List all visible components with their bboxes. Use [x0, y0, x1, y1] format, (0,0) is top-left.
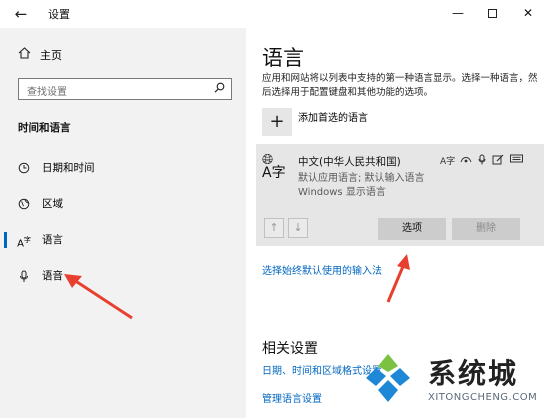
sidebar-item-language[interactable]: A字 语言	[0, 225, 246, 255]
move-down-button[interactable]: ↓	[288, 218, 308, 238]
close-button[interactable]: ✕	[508, 2, 548, 24]
sidebar: 主页 查找设置 时间和语言 日期和时间 区域 A字 语言 语音	[0, 28, 246, 418]
back-button[interactable]: ←	[10, 4, 32, 24]
watermark-url: XITONGCHENG.COM	[428, 392, 538, 403]
language-detail: Windows 显示语言	[298, 187, 386, 198]
sidebar-item-date-time[interactable]: 日期和时间	[0, 153, 246, 183]
nav-home-label: 主页	[40, 49, 62, 62]
sidebar-item-label: 区域	[42, 198, 63, 210]
language-icon: 🌐︎ A字	[262, 152, 286, 181]
microphone-icon	[478, 154, 486, 168]
maximize-icon	[487, 9, 497, 18]
search-icon	[214, 82, 225, 96]
globe-icon	[17, 189, 31, 219]
handwriting-icon	[492, 154, 504, 168]
move-up-button[interactable]: ↑	[264, 218, 284, 238]
sidebar-item-label: 日期和时间	[42, 162, 95, 174]
plus-icon: +	[262, 108, 292, 136]
default-input-method-link[interactable]: 选择始终默认使用的输入法	[262, 262, 382, 277]
language-icon: A字	[17, 236, 31, 250]
options-button[interactable]: 选项	[378, 218, 446, 240]
language-card[interactable]: 🌐︎ A字 中文(中华人民共和国) 默认应用语言; 默认输入语言 Windows …	[256, 144, 544, 246]
search-input[interactable]: 查找设置	[18, 78, 232, 100]
admin-language-settings-link[interactable]: 管理语言设置	[262, 390, 322, 405]
nav-home[interactable]: 主页	[18, 47, 62, 63]
related-settings-heading: 相关设置	[262, 341, 318, 357]
window-title: 设置	[48, 8, 70, 21]
sidebar-item-region[interactable]: 区域	[0, 189, 246, 219]
watermark: 系统城 XITONGCHENG.COM	[358, 348, 550, 418]
microphone-icon	[17, 261, 31, 291]
clock-icon	[17, 153, 31, 183]
watermark-logo	[366, 354, 410, 402]
page-title: 语言	[262, 46, 304, 70]
add-language-label: 添加首选的语言	[298, 113, 368, 124]
language-name: 中文(中华人民共和国)	[298, 156, 401, 168]
display-language-icon: A字	[440, 157, 456, 167]
watermark-brand: 系统城	[428, 357, 519, 390]
page-description: 应用和网站将以列表中支持的第一种语言显示。选择一种语言，然后选择用于配置键盘和其…	[262, 73, 538, 98]
language-detail: 默认应用语言; 默认输入语言	[298, 173, 425, 184]
annotation-arrow	[64, 274, 133, 320]
keyboard-icon	[510, 154, 523, 166]
home-icon	[18, 47, 32, 62]
title-bar: ← 设置 — ✕	[0, 0, 550, 28]
sidebar-item-label: 语言	[42, 234, 63, 246]
remove-button[interactable]: 删除	[452, 218, 520, 240]
search-placeholder: 查找设置	[27, 87, 67, 98]
maximize-button[interactable]	[472, 2, 512, 24]
annotation-arrow	[386, 254, 410, 303]
section-title: 时间和语言	[18, 122, 71, 134]
speech-recognition-icon	[460, 154, 472, 168]
